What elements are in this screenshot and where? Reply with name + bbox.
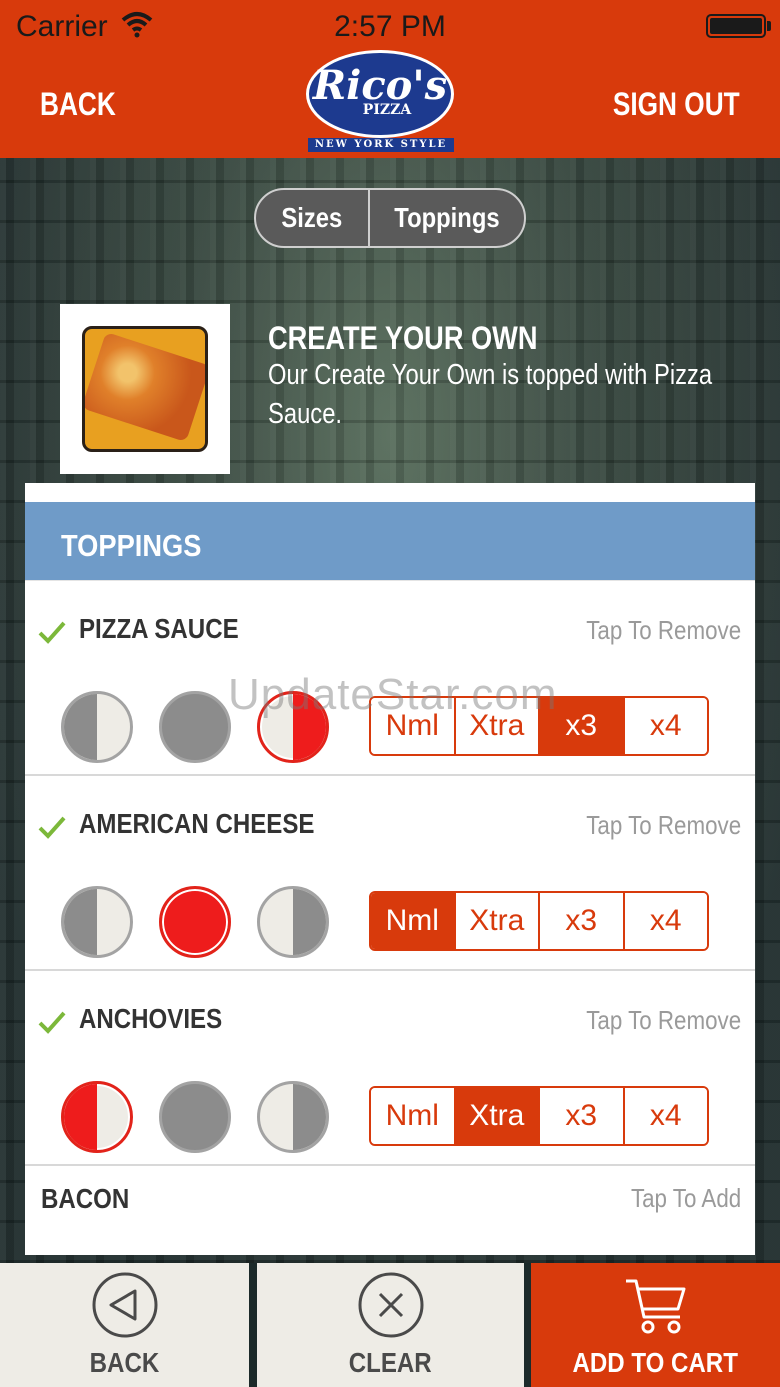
- nav-bar: BACK Rico's PIZZA NEW YORK STYLE SIGN OU…: [0, 50, 780, 158]
- topping-name: AMERICAN CHEESE: [79, 808, 315, 839]
- tab-sizes[interactable]: Sizes: [256, 190, 370, 246]
- cart-icon: [625, 1279, 685, 1334]
- whole-pizza-button[interactable]: [159, 886, 231, 958]
- topping-row-american-cheese: AMERICAN CHEESE Tap To Remove Nml Xtra x…: [25, 776, 755, 971]
- left-half-button[interactable]: [61, 691, 133, 763]
- topping-name: BACON: [41, 1183, 130, 1214]
- clock: 2:57 PM: [334, 10, 446, 43]
- ricos-pizza-logo: Rico's PIZZA NEW YORK STYLE: [306, 48, 454, 158]
- back-tab-button[interactable]: BACK: [0, 1263, 249, 1387]
- qty-x4[interactable]: x4: [624, 893, 707, 949]
- qty-normal[interactable]: Nml: [371, 1088, 456, 1144]
- pizza-slice-icon: [82, 326, 208, 452]
- watermark: UpdateStar.com: [228, 670, 558, 719]
- add-to-cart-label: ADD TO CART: [572, 1347, 739, 1378]
- tab-toppings[interactable]: Toppings: [370, 190, 524, 246]
- qty-x4[interactable]: x4: [624, 1088, 707, 1144]
- remove-topping-button[interactable]: Tap To Remove: [586, 1005, 741, 1036]
- qty-extra[interactable]: Xtra: [455, 893, 540, 949]
- topping-row-bacon[interactable]: BACON Tap To Add: [25, 1165, 755, 1255]
- logo-tagline: NEW YORK STYLE: [308, 138, 454, 152]
- right-half-button[interactable]: [257, 1081, 329, 1153]
- back-tab-label: BACK: [89, 1347, 160, 1378]
- quantity-selector: Nml Xtra x3 x4: [369, 891, 709, 951]
- topping-name: ANCHOVIES: [79, 1003, 223, 1034]
- qty-x3[interactable]: x3: [540, 1088, 625, 1144]
- topping-row-anchovies: ANCHOVIES Tap To Remove Nml Xtra x3 x4: [25, 971, 755, 1166]
- toppings-header-label: TOPPINGS: [61, 528, 202, 563]
- qty-x4[interactable]: x4: [624, 698, 707, 754]
- right-half-button[interactable]: [257, 886, 329, 958]
- clear-label: CLEAR: [349, 1347, 432, 1378]
- topping-name: PIZZA SAUCE: [79, 613, 239, 644]
- battery-tip: [767, 21, 771, 31]
- check-icon: [38, 621, 66, 644]
- sign-out-button[interactable]: SIGN OUT: [613, 86, 740, 123]
- left-half-button[interactable]: [61, 1081, 133, 1153]
- segment-control: Sizes Toppings: [254, 188, 526, 248]
- status-bar: Carrier 2:57 PM: [0, 0, 780, 54]
- product-image: [60, 304, 230, 474]
- clear-button[interactable]: CLEAR: [257, 1263, 524, 1387]
- left-half-button[interactable]: [61, 886, 133, 958]
- qty-extra[interactable]: Xtra: [455, 1088, 540, 1144]
- back-arrow-icon: [92, 1272, 157, 1338]
- remove-topping-button[interactable]: Tap To Remove: [586, 810, 741, 841]
- remove-topping-button[interactable]: Tap To Remove: [586, 615, 741, 646]
- quantity-selector: Nml Xtra x3 x4: [369, 1086, 709, 1146]
- close-icon: [358, 1272, 423, 1338]
- check-icon: [38, 1011, 66, 1034]
- qty-normal[interactable]: Nml: [371, 893, 456, 949]
- logo-pizza: PIZZA: [362, 102, 412, 118]
- whole-pizza-button[interactable]: [159, 691, 231, 763]
- toppings-panel: TOPPINGS PIZZA SAUCE Tap To Remove Nml X…: [25, 483, 755, 1255]
- add-topping-button[interactable]: Tap To Add: [631, 1183, 741, 1214]
- product-title: CREATE YOUR OWN: [268, 320, 538, 356]
- battery-icon: [706, 14, 766, 38]
- back-button[interactable]: BACK: [40, 86, 116, 123]
- check-icon: [38, 816, 66, 839]
- bottom-toolbar: BACK CLEAR ADD TO CART: [0, 1263, 780, 1387]
- add-to-cart-button[interactable]: ADD TO CART: [531, 1263, 780, 1387]
- toppings-header: TOPPINGS: [25, 502, 755, 580]
- whole-pizza-button[interactable]: [159, 1081, 231, 1153]
- product-description: Our Create Your Own is topped with Pizza…: [268, 359, 713, 430]
- qty-x3[interactable]: x3: [540, 893, 625, 949]
